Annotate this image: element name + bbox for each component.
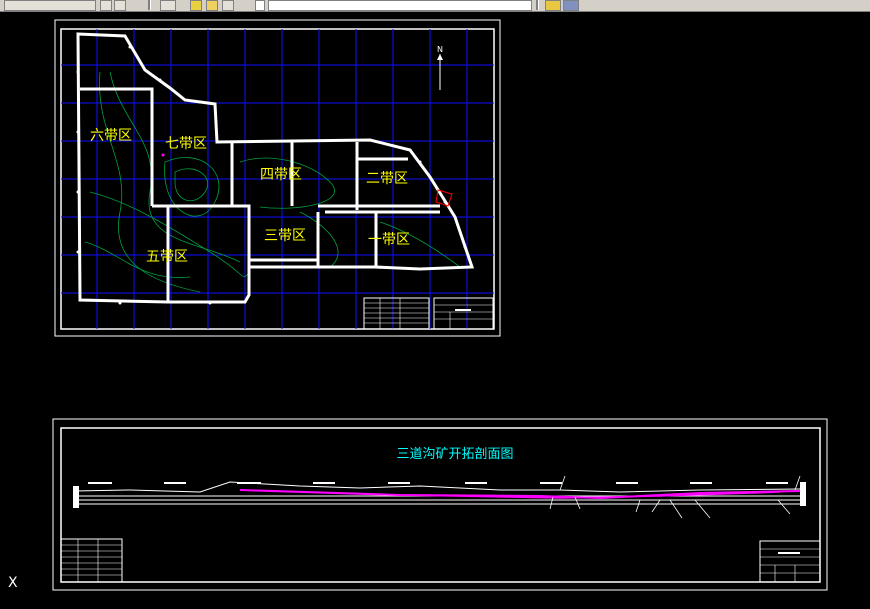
- bulb-icon[interactable]: [190, 0, 202, 11]
- zone-label-3: 三带区: [264, 228, 306, 244]
- zone-label-6: 六带区: [90, 128, 132, 144]
- layer-button[interactable]: [4, 0, 96, 11]
- section-sheet: 三道沟矿开拓剖面图: [52, 418, 828, 591]
- drawing-svg: N 六带区 七带区 四带区 二带区 三带区 一带区 五带区 三道沟矿开拓剖面图: [52, 19, 828, 591]
- layer-dropdown[interactable]: [268, 0, 532, 11]
- toolbar-separator: [536, 0, 539, 10]
- ucs-icon[interactable]: [545, 0, 561, 11]
- plan-title-block: [363, 297, 494, 330]
- color-swatch[interactable]: [255, 0, 265, 11]
- zone-label-4: 四带区: [260, 167, 302, 183]
- status-strip: [0, 601, 870, 605]
- zone-label-2: 二带区: [366, 171, 408, 187]
- sun-icon[interactable]: [206, 0, 218, 11]
- layer-properties-button[interactable]: [160, 0, 176, 11]
- lock-icon[interactable]: [222, 0, 234, 11]
- layers-toolbar: [0, 0, 870, 12]
- ucs-3d-icon[interactable]: [563, 0, 579, 11]
- layer-states-button[interactable]: [100, 0, 112, 11]
- ucs-axis-label: X: [8, 575, 18, 591]
- section-title: 三道沟矿开拓剖面图: [396, 447, 513, 462]
- section-legend-table: [60, 538, 123, 583]
- zone-label-5: 五带区: [146, 249, 188, 265]
- zone-label-1: 一带区: [368, 232, 410, 248]
- drawing-canvas[interactable]: N 六带区 七带区 四带区 二带区 三带区 一带区 五带区 三道沟矿开拓剖面图: [0, 12, 870, 605]
- match-properties-button[interactable]: [114, 0, 126, 11]
- north-arrow: N: [437, 45, 443, 90]
- toolbar-separator: [148, 0, 151, 10]
- plan-sheet: N 六带区 七带区 四带区 二带区 三带区 一带区 五带区: [54, 19, 501, 337]
- survey-point: [161, 153, 165, 157]
- section-title-block: [759, 540, 821, 583]
- zone-label-7: 七带区: [165, 136, 207, 152]
- north-label: N: [437, 45, 443, 54]
